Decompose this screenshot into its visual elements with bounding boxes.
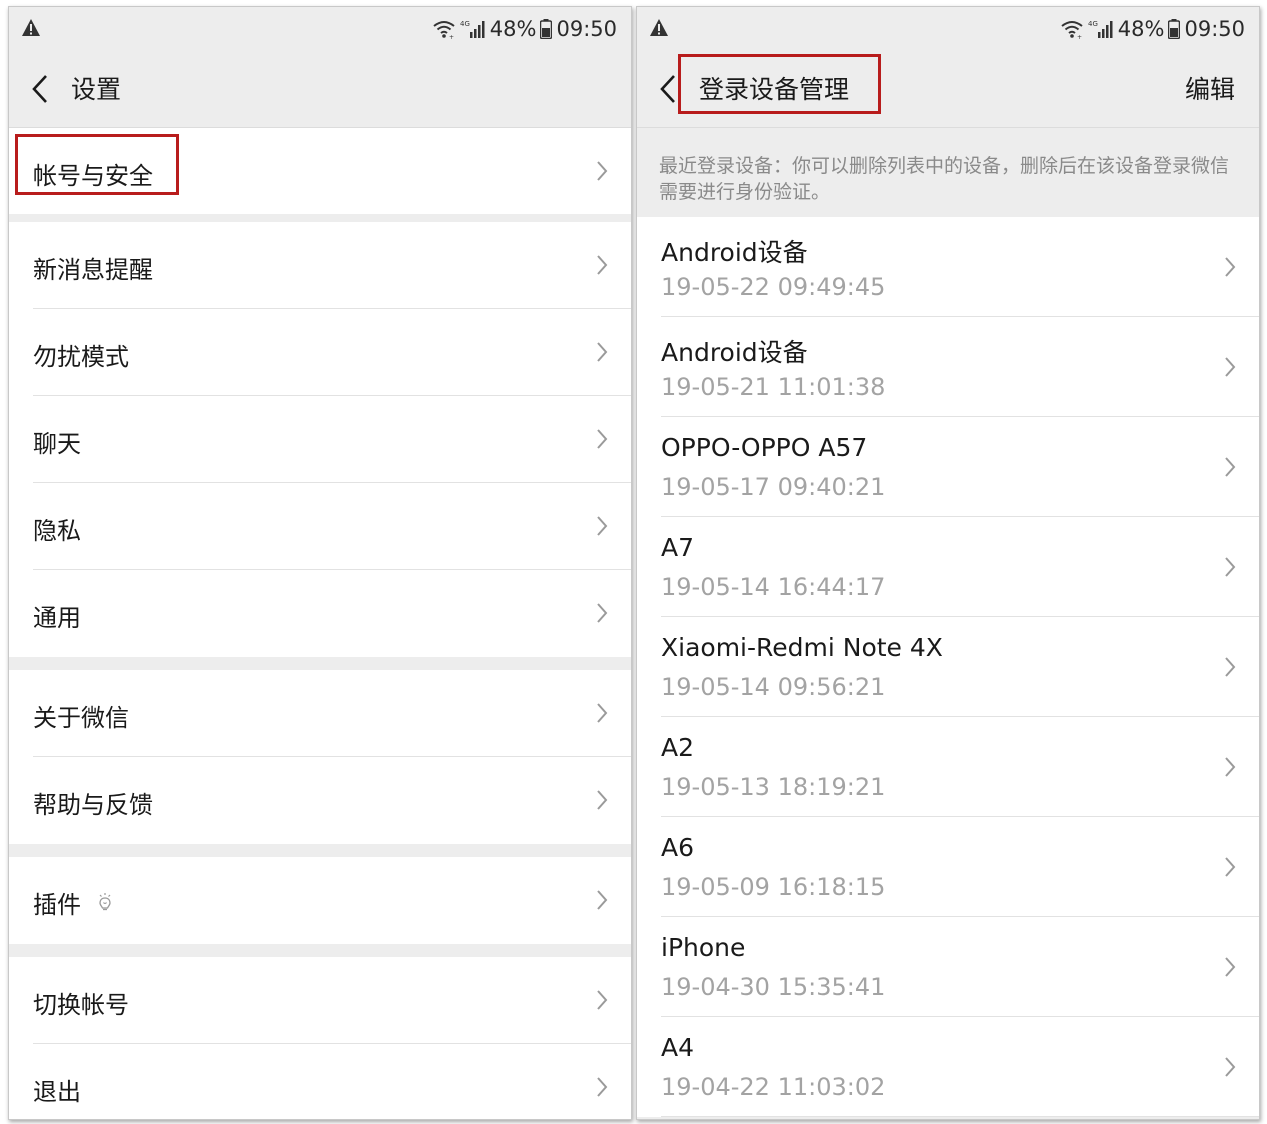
- device-login-time: 19-04-22 11:03:02: [661, 1073, 886, 1101]
- chevron-right-icon: [1225, 557, 1236, 577]
- settings-item-help-feedback[interactable]: 帮助与反馈: [9, 757, 631, 844]
- chevron-right-icon: [597, 890, 608, 910]
- battery-icon: [1168, 19, 1181, 39]
- chevron-right-icon: [597, 255, 608, 275]
- device-row[interactable]: Android设备 19-05-21 11:01:38: [637, 317, 1259, 417]
- status-indicators: + 4G 48% 09:50: [1060, 16, 1245, 42]
- device-row[interactable]: Android设备 19-05-22 09:49:45: [637, 217, 1259, 317]
- warning-icon: [22, 19, 40, 36]
- chevron-right-icon: [1225, 657, 1236, 677]
- chevron-right-icon: [597, 516, 608, 536]
- device-row[interactable]: OPPO-OPPO A57 19-05-17 09:40:21: [637, 417, 1259, 517]
- device-login-time: 19-05-22 09:49:45: [661, 273, 886, 301]
- chevron-right-icon: [1225, 957, 1236, 977]
- settings-item-new-message-alert[interactable]: 新消息提醒: [9, 222, 631, 309]
- warning-icon: [650, 19, 668, 36]
- chevron-right-icon: [1225, 457, 1236, 477]
- highlight-box: [15, 134, 179, 195]
- chevron-right-icon: [1225, 357, 1236, 377]
- clock: 09:50: [556, 17, 617, 41]
- wifi-icon: +: [1061, 21, 1083, 39]
- device-list-info: 最近登录设备：你可以删除列表中的设备，删除后在该设备登录微信需要进行身份验证。: [659, 155, 1230, 203]
- settings-item-label: 切换帐号: [33, 991, 129, 1019]
- chevron-right-icon: [597, 703, 608, 723]
- device-name: Xiaomi-Redmi Note 4X: [661, 633, 943, 662]
- device-name: A4: [661, 1033, 695, 1062]
- device-login-time: 19-05-09 16:18:15: [661, 873, 886, 901]
- settings-item-label: 插件: [33, 891, 81, 919]
- chevron-right-icon: [1225, 1057, 1236, 1077]
- device-login-time: 19-05-21 11:01:38: [661, 373, 886, 401]
- device-row[interactable]: A6 19-05-09 16:18:15: [637, 817, 1259, 917]
- chevron-right-icon: [1225, 857, 1236, 877]
- settings-item-privacy[interactable]: 隐私: [9, 483, 631, 570]
- plugin-bulb-icon: [99, 893, 111, 911]
- highlight-box: [678, 54, 881, 114]
- device-name: A2: [661, 733, 695, 762]
- chevron-right-icon: [597, 342, 608, 362]
- device-row[interactable]: A4 19-04-22 11:03:02: [637, 1017, 1259, 1117]
- back-arrow-icon[interactable]: [29, 73, 51, 105]
- clock: 09:50: [1184, 17, 1245, 41]
- device-login-time: 19-04-30 15:35:41: [661, 973, 886, 1001]
- settings-item-label: 隐私: [33, 517, 81, 545]
- settings-item-label: 退出: [33, 1078, 81, 1106]
- svg-text:+: +: [449, 34, 454, 39]
- settings-item-label: 通用: [33, 604, 81, 632]
- chevron-right-icon: [597, 790, 608, 810]
- battery-percent: 48%: [489, 17, 537, 41]
- settings-item-switch-account[interactable]: 切换帐号: [9, 957, 631, 1044]
- device-login-time: 19-05-13 18:19:21: [661, 773, 886, 801]
- chevron-right-icon: [597, 603, 608, 623]
- settings-item-about[interactable]: 关于微信: [9, 670, 631, 757]
- settings-item-label: 勿扰模式: [33, 343, 129, 371]
- device-row[interactable]: iPhone 19-04-30 15:35:41: [637, 917, 1259, 1017]
- status-bar: + 4G 48% 09:50: [637, 7, 1259, 51]
- device-login-time: 19-05-14 16:44:17: [661, 573, 886, 601]
- wifi-icon: +: [433, 21, 455, 39]
- device-name: OPPO-OPPO A57: [661, 433, 868, 462]
- settings-item-do-not-disturb[interactable]: 勿扰模式: [9, 309, 631, 396]
- settings-item-label: 关于微信: [33, 704, 129, 732]
- device-name: A7: [661, 533, 695, 562]
- settings-screen: + 4G 48% 09:50 设置 帐号与安全 新消息提醒 勿扰模式 聊天 隐私…: [8, 6, 632, 1120]
- back-arrow-icon[interactable]: [657, 73, 679, 105]
- title-bar: 设置: [9, 51, 631, 128]
- battery-percent: 48%: [1117, 17, 1165, 41]
- settings-item-plugins[interactable]: 插件: [9, 857, 631, 944]
- settings-item-label: 聊天: [33, 430, 81, 458]
- device-management-screen: + 4G 48% 09:50 登录设备管理 编辑 最近登录设备：你可以删除列表中…: [636, 6, 1260, 1120]
- settings-item-general[interactable]: 通用: [9, 570, 631, 657]
- device-row[interactable]: A2 19-05-13 18:19:21: [637, 717, 1259, 817]
- settings-item-chat[interactable]: 聊天: [9, 396, 631, 483]
- device-row[interactable]: Xiaomi-Redmi Note 4X 19-05-14 09:56:21: [637, 617, 1259, 717]
- device-login-time: 19-05-17 09:40:21: [661, 473, 886, 501]
- chevron-right-icon: [597, 1077, 608, 1097]
- svg-text:4G: 4G: [1088, 20, 1098, 28]
- page-title: 设置: [71, 75, 122, 104]
- battery-icon: [540, 19, 553, 39]
- status-bar: + 4G 48% 09:50: [9, 7, 631, 51]
- settings-item-label: 新消息提醒: [33, 256, 153, 284]
- chevron-right-icon: [597, 990, 608, 1010]
- divider: [661, 1116, 1259, 1117]
- device-name: Android设备: [661, 338, 808, 367]
- chevron-right-icon: [1225, 257, 1236, 277]
- signal-icon: 4G: [460, 20, 485, 38]
- device-name: Android设备: [661, 238, 808, 267]
- device-name: iPhone: [661, 933, 746, 962]
- svg-text:+: +: [1077, 34, 1082, 39]
- settings-item-label: 帮助与反馈: [33, 791, 153, 819]
- status-indicators: + 4G 48% 09:50: [432, 16, 617, 42]
- device-name: A6: [661, 833, 695, 862]
- settings-item-logout[interactable]: 退出: [9, 1044, 631, 1119]
- chevron-right-icon: [597, 429, 608, 449]
- edit-button[interactable]: 编辑: [1185, 70, 1235, 106]
- svg-text:4G: 4G: [460, 20, 470, 28]
- signal-icon: 4G: [1088, 20, 1113, 38]
- chevron-right-icon: [597, 161, 608, 181]
- device-row[interactable]: A7 19-05-14 16:44:17: [637, 517, 1259, 617]
- device-login-time: 19-05-14 09:56:21: [661, 673, 886, 701]
- chevron-right-icon: [1225, 757, 1236, 777]
